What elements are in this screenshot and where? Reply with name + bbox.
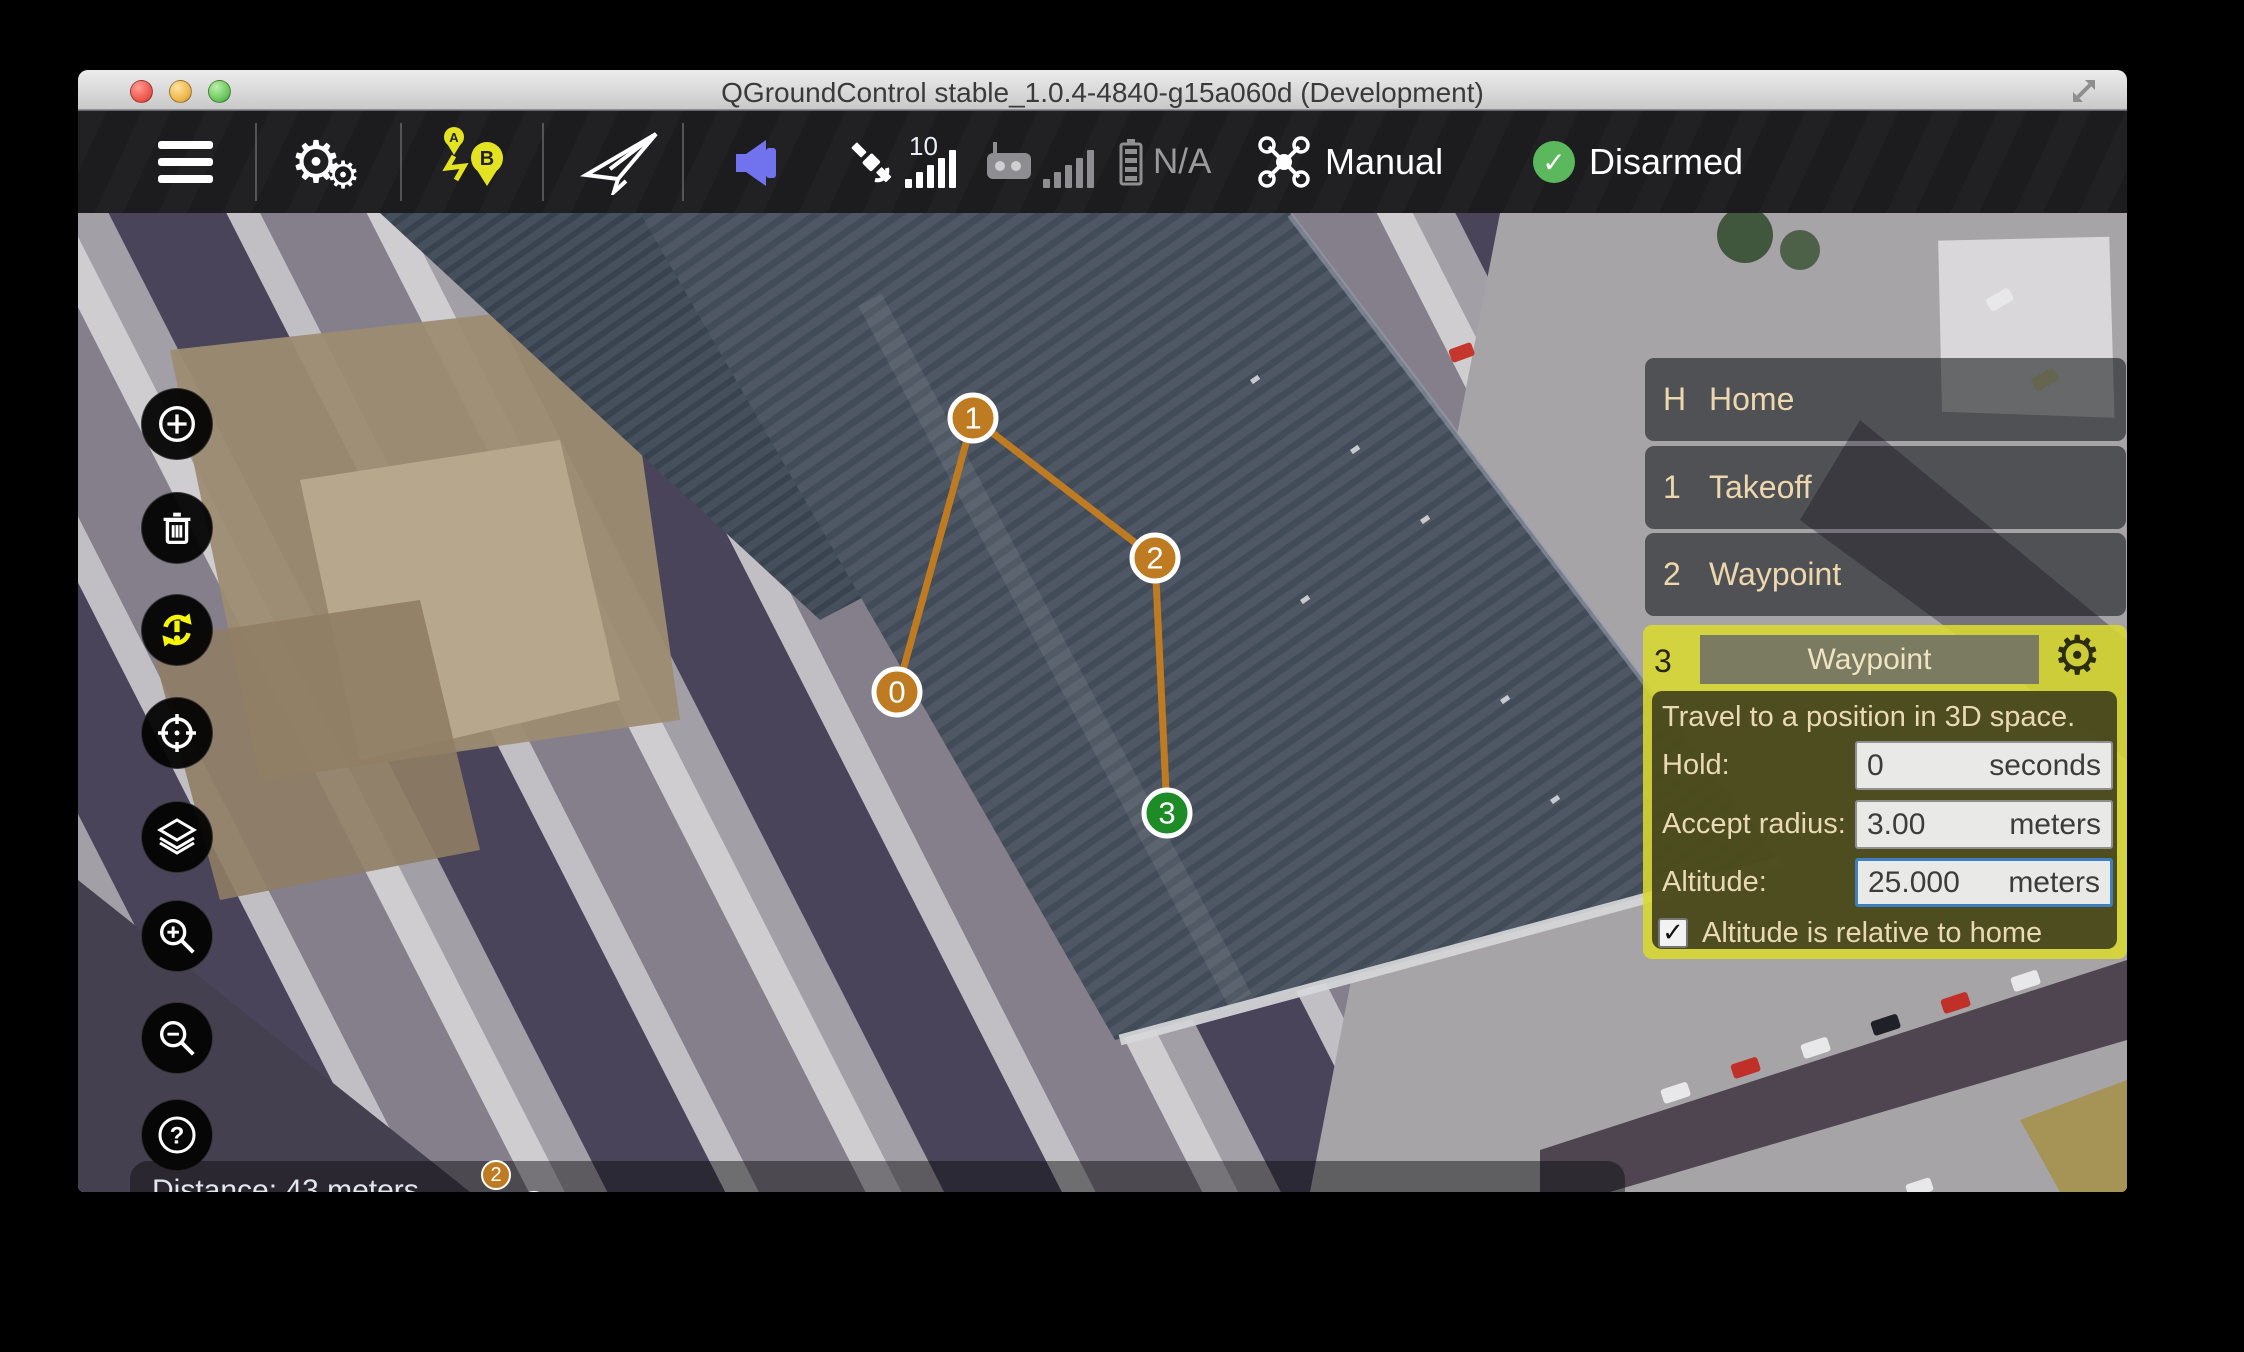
sync-mission-button[interactable] [141,594,213,666]
crosshair-icon [153,709,201,757]
megaphone-icon [730,134,786,190]
mission-item-home[interactable]: H Home [1645,358,2126,441]
waypoint-type-selector[interactable]: Waypoint [1700,635,2039,684]
map-waypoint-2[interactable]: 2 [1132,535,1178,581]
add-waypoint-button[interactable] [141,388,213,460]
zoom-in-button[interactable] [141,900,213,972]
accept-radius-unit: meters [2009,808,2101,842]
mission-item-waypoint-2[interactable]: 2 Waypoint [1645,533,2126,616]
plan-route-icon: A B [434,122,514,202]
profile-marker-3: 3 [519,1191,549,1192]
map-waypoint-1[interactable]: 1 [950,395,996,441]
hold-value: 0 [1867,749,1884,783]
gps-status[interactable]: 10 [845,111,956,213]
toolbar-separator [400,123,402,201]
delete-waypoint-button[interactable] [141,492,213,564]
battery-icon [1115,137,1147,187]
rc-status[interactable] [983,111,1094,213]
multirotor-icon [1257,135,1311,189]
flight-mode-label: Manual [1325,141,1443,183]
zoom-out-button[interactable] [141,1002,213,1074]
hamburger-icon [158,141,213,183]
arm-status-button[interactable]: ✓ Disarmed [1533,111,1743,213]
altitude-unit: meters [2008,866,2100,900]
toolbar-separator [255,123,257,201]
waypoint-editor-body: Travel to a position in 3D space. Hold: … [1652,691,2117,949]
flight-mode-button[interactable]: Manual [1257,111,1443,213]
svg-text:?: ? [170,1123,185,1150]
arm-status-label: Disarmed [1589,141,1743,183]
hold-label: Hold: [1662,741,1730,790]
distance-text: Distance: 43 meters [152,1175,419,1192]
hold-unit: seconds [1989,749,2101,783]
gears-icon-small: ⚙ [326,156,360,194]
menu-button[interactable] [158,111,213,213]
toolbar-separator [682,123,684,201]
fullscreen-icon[interactable] [2069,76,2099,106]
fly-button[interactable] [580,111,662,213]
title-bar: QGroundControl stable_1.0.4-4840-g15a060… [78,70,2127,110]
altitude-label: Altitude: [1662,858,1767,907]
accept-radius-label: Accept radius: [1662,800,1846,849]
hold-input[interactable]: 0 seconds [1855,741,2113,790]
rc-signal-bars [1043,150,1094,188]
satellite-icon [845,136,897,188]
zoom-out-icon [154,1015,200,1061]
plan-button[interactable]: A B [434,111,514,213]
waypoint-label: 3 [1158,796,1175,831]
accept-radius-input[interactable]: 3.00 meters [1855,800,2113,849]
battery-status[interactable]: N/A [1115,111,1211,213]
waypoint-settings-gear-icon[interactable]: ⚙ [2053,629,2101,683]
map-area: 0 1 2 3 [78,213,2127,1192]
mission-item-index: 1 [1663,469,1709,506]
relative-altitude-checkbox[interactable]: ✓ [1658,918,1688,948]
profile-marker-2: 2 [481,1160,511,1190]
zoom-in-icon [154,913,200,959]
mission-item-index: H [1663,381,1709,418]
waypoint-label: 1 [964,401,981,436]
map-layers-button[interactable] [141,801,213,873]
map-waypoint-3[interactable]: 3 [1144,790,1190,836]
mission-item-takeoff[interactable]: 1 Takeoff [1645,446,2126,529]
armed-check-icon: ✓ [1533,141,1575,183]
waypoint-editor-panel: 3 Waypoint ⚙ Travel to a position in 3D … [1643,625,2127,959]
gps-count: 10 [909,131,938,162]
altitude-input[interactable]: 25.000 meters [1855,858,2113,907]
svg-text:B: B [480,148,494,170]
sync-alert-icon [152,605,202,655]
relative-altitude-label: Altitude is relative to home [1702,918,2042,948]
accept-radius-value: 3.00 [1867,808,1925,842]
svg-text:A: A [449,130,459,145]
map-waypoint-0[interactable]: 0 [874,669,920,715]
mission-item-label: Home [1709,381,1794,418]
battery-value: N/A [1153,142,1211,182]
help-icon: ? [153,1111,201,1159]
waypoint-label: 2 [1146,541,1163,576]
mission-stats-overlay: Distance: 43 meters Alt diff: -10 meters… [130,1161,1625,1192]
window-title: QGroundControl stable_1.0.4-4840-g15a060… [78,77,2127,109]
waypoint-description: Travel to a position in 3D space. [1662,701,2075,734]
toolbar-separator [542,123,544,201]
waypoint-label: 0 [888,675,905,710]
add-icon [154,401,200,447]
mission-item-label: Takeoff [1709,469,1812,506]
main-toolbar: ⚙ ⚙ A B [78,111,2127,213]
waypoint-editor-index: 3 [1654,643,1672,680]
audio-mute-button[interactable] [730,111,786,213]
rc-controller-icon [983,139,1035,185]
center-map-button[interactable] [141,697,213,769]
mission-stats-text: Distance: 43 meters Alt diff: -10 meters… [152,1175,419,1192]
trash-icon [154,505,200,551]
mission-item-label: Waypoint [1709,556,1841,593]
qgroundcontrol-window: QGroundControl stable_1.0.4-4840-g15a060… [78,70,2127,1192]
altitude-value: 25.000 [1868,866,1960,900]
setup-button[interactable]: ⚙ ⚙ [290,111,360,213]
paper-plane-icon [580,129,662,195]
mission-item-index: 2 [1663,556,1709,593]
layers-icon [153,813,201,861]
